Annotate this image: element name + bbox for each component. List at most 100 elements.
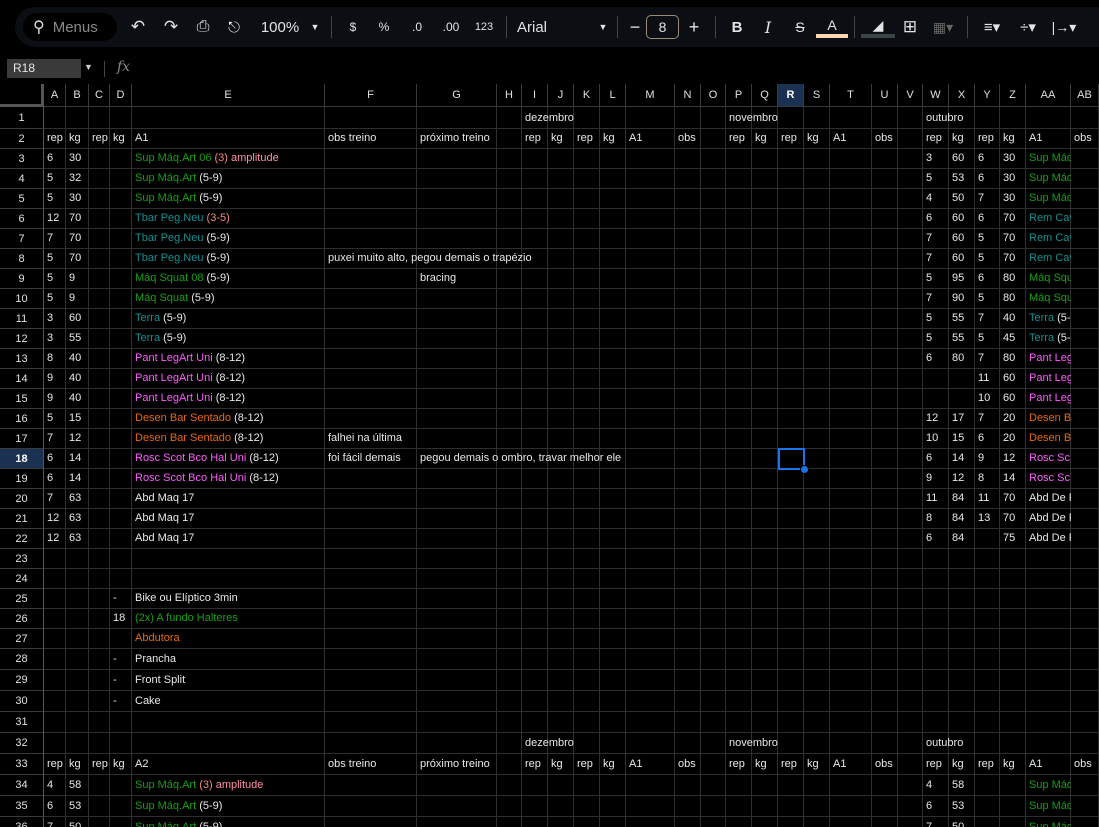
column-header-l[interactable]: L xyxy=(600,84,626,107)
cell-c32[interactable] xyxy=(89,733,110,754)
cell-u36[interactable] xyxy=(872,817,898,827)
cell-h25[interactable] xyxy=(497,589,522,609)
cell-p21[interactable] xyxy=(726,509,752,529)
cell-r15[interactable] xyxy=(778,389,804,409)
cell-b23[interactable] xyxy=(66,549,89,569)
cell-f34[interactable] xyxy=(325,775,417,796)
cell-k32[interactable] xyxy=(574,733,600,754)
italic-icon[interactable]: I xyxy=(752,13,784,41)
cell-u20[interactable] xyxy=(872,489,898,509)
cell-h4[interactable] xyxy=(497,169,522,189)
formula-input[interactable] xyxy=(145,61,1085,77)
cell-p30[interactable] xyxy=(726,691,752,712)
cell-h33[interactable] xyxy=(497,754,522,775)
cell-h32[interactable] xyxy=(497,733,522,754)
cell-v1[interactable] xyxy=(898,107,923,129)
cell-aa24[interactable] xyxy=(1026,569,1071,589)
undo-icon[interactable]: ↶ xyxy=(121,13,155,41)
cell-j17[interactable] xyxy=(548,429,574,449)
minus-icon[interactable]: − xyxy=(624,13,646,41)
cell-r32[interactable] xyxy=(778,733,804,754)
row-header-3[interactable]: 3 xyxy=(0,149,44,169)
cell-m34[interactable] xyxy=(626,775,675,796)
cell-o4[interactable] xyxy=(701,169,726,189)
cell-d31[interactable] xyxy=(110,712,132,733)
row-header-21[interactable]: 21 xyxy=(0,509,44,529)
cell-k30[interactable] xyxy=(574,691,600,712)
cell-q21[interactable] xyxy=(752,509,778,529)
cell-t30[interactable] xyxy=(830,691,872,712)
cell-n8[interactable] xyxy=(675,249,701,269)
cell-a32[interactable] xyxy=(44,733,66,754)
row-header-26[interactable]: 26 xyxy=(0,609,44,629)
cell-c4[interactable] xyxy=(89,169,110,189)
cell-x27[interactable] xyxy=(949,629,975,649)
row-header-35[interactable]: 35 xyxy=(0,796,44,817)
cell-g13[interactable] xyxy=(417,349,497,369)
cell-h26[interactable] xyxy=(497,609,522,629)
cell-h24[interactable] xyxy=(497,569,522,589)
cell-g25[interactable] xyxy=(417,589,497,609)
cell-l8[interactable] xyxy=(600,249,626,269)
cell-f24[interactable] xyxy=(325,569,417,589)
column-header-r[interactable]: R xyxy=(778,84,804,107)
cell-p24[interactable] xyxy=(726,569,752,589)
cell-n30[interactable] xyxy=(675,691,701,712)
cell-k24[interactable] xyxy=(574,569,600,589)
cell-u8[interactable] xyxy=(872,249,898,269)
row-header-14[interactable]: 14 xyxy=(0,369,44,389)
cell-d27[interactable] xyxy=(110,629,132,649)
cell-z1[interactable] xyxy=(1000,107,1026,129)
cell-v32[interactable] xyxy=(898,733,923,754)
cell-x23[interactable] xyxy=(949,549,975,569)
cell-h17[interactable] xyxy=(497,429,522,449)
cell-u28[interactable] xyxy=(872,649,898,670)
cell-v15[interactable] xyxy=(898,389,923,409)
cell-p20[interactable] xyxy=(726,489,752,509)
cell-o6[interactable] xyxy=(701,209,726,229)
cell-d4[interactable] xyxy=(110,169,132,189)
cell-n24[interactable] xyxy=(675,569,701,589)
column-header-h[interactable]: H xyxy=(497,84,522,107)
cell-n28[interactable] xyxy=(675,649,701,670)
cell-ab10[interactable] xyxy=(1071,289,1099,309)
cell-g29[interactable] xyxy=(417,670,497,691)
cell-d3[interactable] xyxy=(110,149,132,169)
cell-q36[interactable] xyxy=(752,817,778,827)
cell-l23[interactable] xyxy=(600,549,626,569)
cell-s24[interactable] xyxy=(804,569,830,589)
cell-g15[interactable] xyxy=(417,389,497,409)
cell-i4[interactable] xyxy=(522,169,548,189)
cell-h20[interactable] xyxy=(497,489,522,509)
cell-h31[interactable] xyxy=(497,712,522,733)
cell-o23[interactable] xyxy=(701,549,726,569)
cell-v3[interactable] xyxy=(898,149,923,169)
cell-ab19[interactable] xyxy=(1071,469,1099,489)
cell-ab21[interactable] xyxy=(1071,509,1099,529)
cell-ab1[interactable] xyxy=(1071,107,1099,129)
cell-w30[interactable] xyxy=(923,691,949,712)
cell-a1[interactable] xyxy=(44,107,66,129)
cell-c3[interactable] xyxy=(89,149,110,169)
cell-l4[interactable] xyxy=(600,169,626,189)
row-header-28[interactable]: 28 xyxy=(0,649,44,670)
column-header-u[interactable]: U xyxy=(872,84,898,107)
cell-s26[interactable] xyxy=(804,609,830,629)
cell-m20[interactable] xyxy=(626,489,675,509)
cell-t17[interactable] xyxy=(830,429,872,449)
cell-s8[interactable] xyxy=(804,249,830,269)
row-header-24[interactable]: 24 xyxy=(0,569,44,589)
cell-h30[interactable] xyxy=(497,691,522,712)
cell-t13[interactable] xyxy=(830,349,872,369)
cell-y34[interactable] xyxy=(975,775,1000,796)
cell-g4[interactable] xyxy=(417,169,497,189)
cell-l16[interactable] xyxy=(600,409,626,429)
cell-n16[interactable] xyxy=(675,409,701,429)
cell-v7[interactable] xyxy=(898,229,923,249)
cell-g24[interactable] xyxy=(417,569,497,589)
cell-i29[interactable] xyxy=(522,670,548,691)
row-header-18[interactable]: 18 xyxy=(0,449,44,469)
cell-u24[interactable] xyxy=(872,569,898,589)
cell-ab9[interactable] xyxy=(1071,269,1099,289)
cell-c18[interactable] xyxy=(89,449,110,469)
